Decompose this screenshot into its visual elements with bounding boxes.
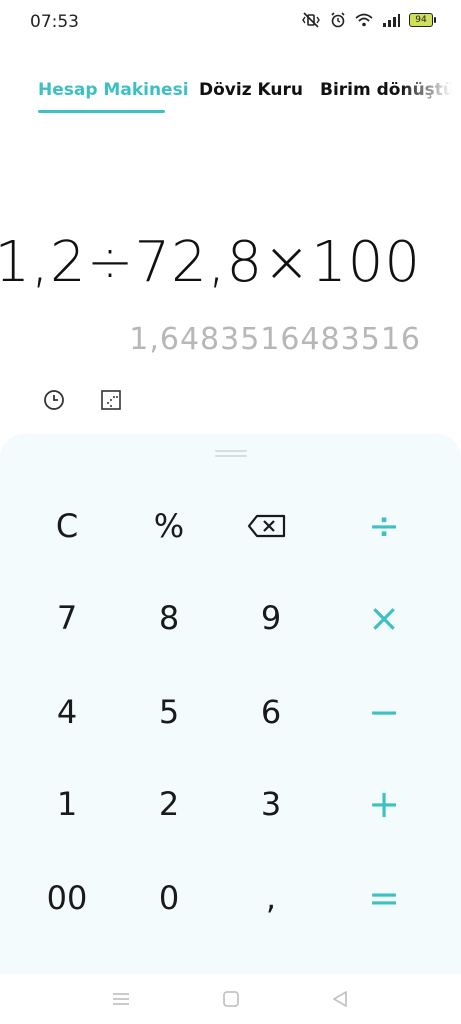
back-icon[interactable] — [327, 986, 353, 1012]
backspace-icon — [247, 514, 286, 538]
decimal-comma-button[interactable]: , — [221, 858, 321, 938]
digit-2-button[interactable]: 2 — [119, 764, 219, 844]
history-icon[interactable] — [40, 386, 68, 414]
status-bar: 07:53 94 — [0, 0, 461, 46]
tab-currency[interactable]: Döviz Kuru — [199, 80, 303, 100]
divide-button[interactable]: ÷ — [334, 486, 434, 566]
battery-icon: 94 — [409, 13, 436, 27]
add-button[interactable]: + — [334, 764, 434, 844]
digit-3-button[interactable]: 3 — [221, 764, 321, 844]
scientific-mode-icon[interactable] — [97, 386, 125, 414]
backspace-button[interactable] — [217, 486, 317, 566]
digit-5-button[interactable]: 5 — [119, 672, 219, 752]
system-navigation-bar — [0, 974, 461, 1024]
active-tab-indicator — [38, 110, 165, 113]
home-icon[interactable] — [218, 986, 244, 1012]
digit-6-button[interactable]: 6 — [221, 672, 321, 752]
equals-button[interactable]: = — [334, 858, 434, 938]
result-preview: 1,6483516483516 — [129, 322, 421, 357]
tab-calculator[interactable]: Hesap Makinesi — [38, 80, 189, 100]
mute-vibrate-icon — [301, 12, 321, 28]
menu-icon[interactable] — [108, 986, 134, 1012]
drag-handle[interactable] — [215, 450, 247, 458]
status-icons: 94 — [301, 12, 436, 28]
percent-button[interactable]: % — [119, 486, 219, 566]
digit-9-button[interactable]: 9 — [221, 578, 321, 658]
multiply-button[interactable]: × — [334, 578, 434, 658]
expression-display: 1,2÷72,8×100 — [0, 230, 421, 295]
status-time: 07:53 — [30, 12, 79, 32]
alarm-icon — [330, 12, 346, 28]
digit-8-button[interactable]: 8 — [119, 578, 219, 658]
digit-0-button[interactable]: 0 — [119, 858, 219, 938]
subtract-button[interactable]: − — [334, 672, 434, 752]
double-zero-button[interactable]: 00 — [17, 858, 117, 938]
keypad: C % ÷ 7 8 9 × 4 5 6 − 1 2 3 + 00 0 , = — [0, 434, 461, 974]
signal-icon — [382, 13, 400, 27]
wifi-icon — [355, 13, 373, 27]
digit-7-button[interactable]: 7 — [17, 578, 117, 658]
tab-unit-converter[interactable]: Birim dönüştü — [320, 80, 455, 100]
digit-1-button[interactable]: 1 — [17, 764, 117, 844]
digit-4-button[interactable]: 4 — [17, 672, 117, 752]
clear-button[interactable]: C — [17, 486, 117, 566]
tab-bar: Hesap Makinesi Döviz Kuru Birim dönüştü — [0, 70, 461, 120]
